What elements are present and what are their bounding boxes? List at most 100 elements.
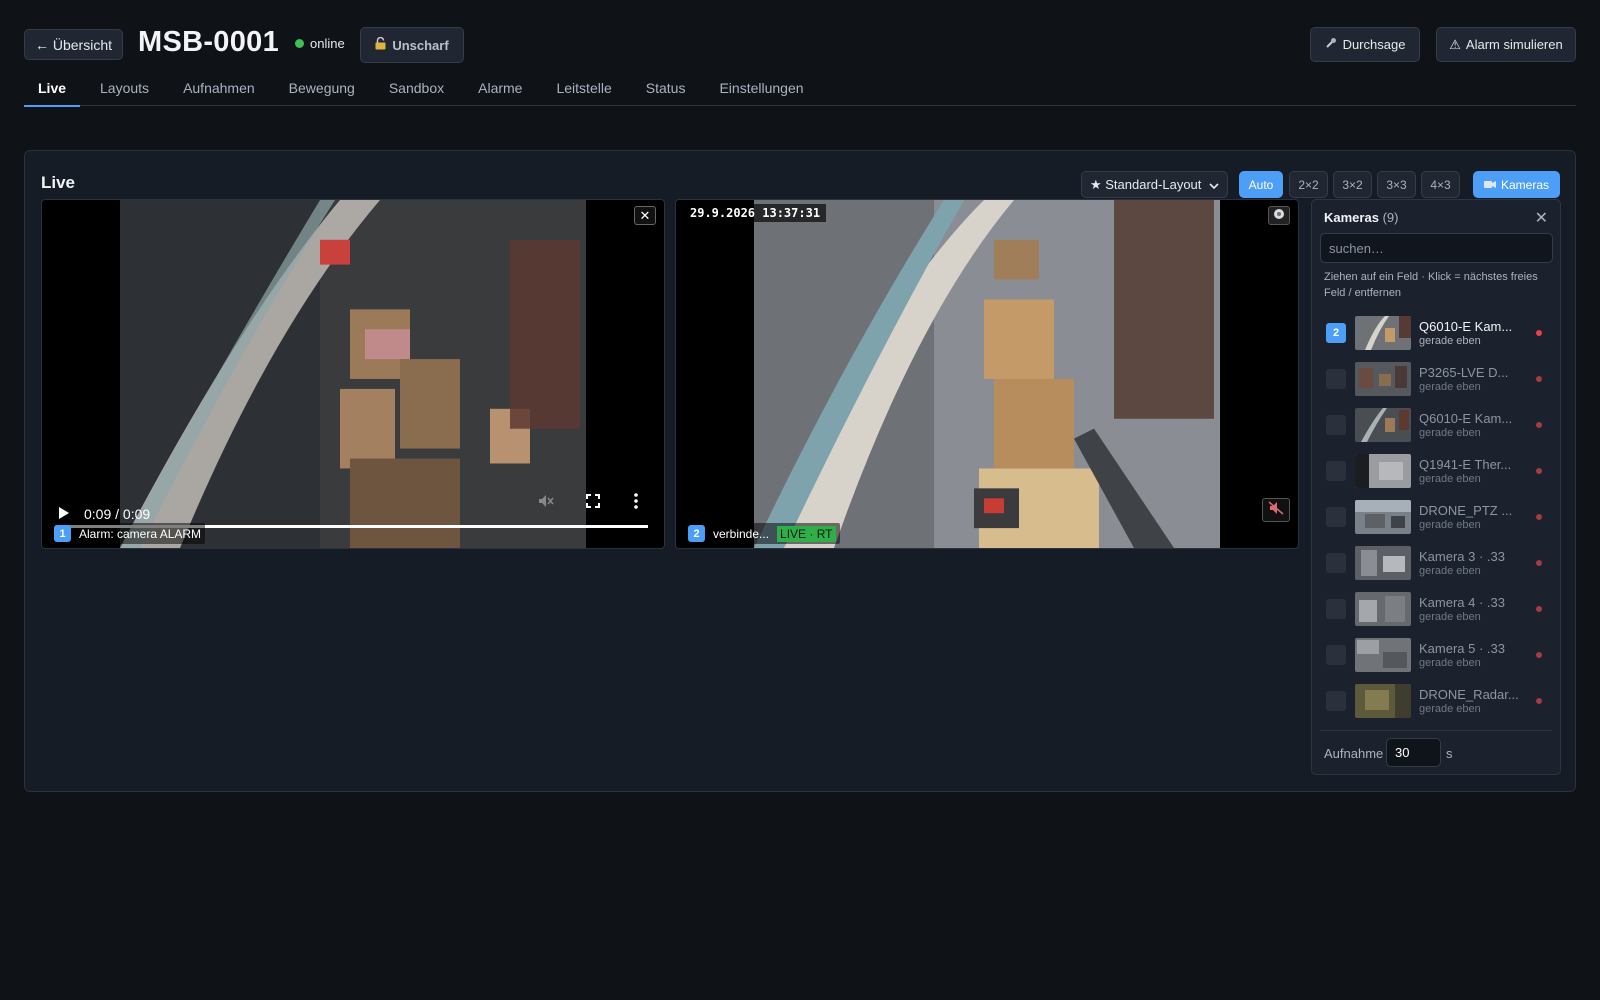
camera-name: Kamera 4 · .33	[1419, 595, 1505, 610]
tab-alarms[interactable]: Alarme	[464, 70, 536, 106]
connection-status: online	[295, 36, 345, 51]
microphone-icon	[1325, 37, 1337, 52]
camera-name: Kamera 5 · .33	[1419, 641, 1505, 656]
camera-name: P3265-LVE D...	[1419, 365, 1509, 380]
lock-open-icon	[375, 36, 386, 53]
tile-2-status: verbinde...	[713, 526, 770, 541]
grid-4x3-button[interactable]: 4×3	[1421, 171, 1460, 198]
cameras-toggle-button[interactable]: Kameras	[1473, 171, 1560, 198]
recording-dot-icon	[1536, 514, 1542, 520]
grid-3x2-button[interactable]: 3×2	[1333, 171, 1372, 198]
camera-last-seen: gerade eben	[1419, 703, 1481, 715]
camera-slot-badge: 2	[1326, 323, 1346, 343]
tab-status[interactable]: Status	[632, 70, 700, 106]
fullscreen-icon[interactable]	[586, 494, 600, 511]
tab-layouts[interactable]: Layouts	[86, 70, 163, 106]
snapshot-button[interactable]	[1268, 206, 1290, 225]
tile-1-label: 1 Alarm: camera ALARM	[50, 523, 206, 544]
connection-status-label: online	[310, 36, 345, 51]
live-panel-title: Live	[41, 173, 76, 192]
camera-name: Q6010-E Kam...	[1419, 411, 1513, 426]
camera-sidebar-title: Kameras (9)	[1324, 210, 1398, 225]
camera-name: Q6010-E Kam...	[1419, 319, 1513, 334]
camera-list-item[interactable]: 2 Q6010-E Kam... gerade eben	[1312, 310, 1560, 356]
camera-last-seen: gerade eben	[1419, 611, 1481, 623]
live-badge: LIVE · RT	[777, 525, 836, 542]
live-panel: Live ★ Standard-Layout Auto 2×2 3×2 3×3 …	[24, 150, 1576, 792]
camera-list-item[interactable]: Kamera 5 · .33 gerade eben	[1312, 632, 1560, 678]
camera-list-item[interactable]: Q1941-E Ther... gerade eben	[1312, 448, 1560, 494]
tab-settings[interactable]: Einstellungen	[705, 70, 817, 106]
tab-live[interactable]: Live	[24, 70, 81, 107]
camera-slot-badge	[1326, 507, 1346, 527]
camera-list-item[interactable]: Kamera 4 · .33 gerade eben	[1312, 586, 1560, 632]
audio-toggle-button[interactable]	[1262, 498, 1290, 522]
video-tile-2[interactable]: 29.9.2026 13:37:31 2 verbinde... LIVE · …	[675, 199, 1299, 549]
main-tabs: Live Layouts Aufnahmen Bewegung Sandbox …	[24, 70, 1576, 107]
chevron-down-icon	[1209, 177, 1219, 192]
recording-duration-label: Aufnahme	[1324, 746, 1384, 761]
camera-last-seen: gerade eben	[1419, 565, 1481, 577]
camera-thumbnail	[1355, 546, 1411, 580]
tab-sandbox[interactable]: Sandbox	[375, 70, 458, 106]
mute-icon[interactable]	[538, 494, 554, 511]
camera-thumbnail	[1355, 454, 1411, 488]
tab-control-center[interactable]: Leitstelle	[542, 70, 625, 106]
announcement-label: Durchsage	[1342, 37, 1406, 52]
camera-search-input[interactable]	[1320, 233, 1553, 263]
camera-last-seen: gerade eben	[1419, 519, 1481, 531]
close-tile-1-button[interactable]: ✕	[634, 206, 656, 225]
camera-name: Kamera 3 · .33	[1419, 549, 1505, 564]
layout-select[interactable]: ★ Standard-Layout	[1081, 171, 1228, 198]
camera-slot-badge	[1326, 599, 1346, 619]
grid-2x2-button[interactable]: 2×2	[1289, 171, 1328, 198]
camera-sidebar: Kameras (9) ✕ Ziehen auf ein Feld · Klic…	[1311, 199, 1561, 775]
camera-sidebar-title-text: Kameras	[1324, 210, 1379, 225]
tile-1-status: Alarm: camera ALARM	[79, 526, 202, 541]
tile-2-slot-badge: 2	[688, 525, 705, 542]
close-sidebar-icon[interactable]: ✕	[1535, 208, 1548, 228]
warning-icon: ⚠	[1449, 36, 1461, 52]
back-to-overview-button[interactable]: ← Übersicht	[24, 29, 123, 60]
camera-last-seen: gerade eben	[1419, 657, 1481, 669]
camera-name: DRONE_PTZ ...	[1419, 503, 1513, 518]
grid-auto-button[interactable]: Auto	[1239, 171, 1283, 198]
camera-last-seen: gerade eben	[1419, 335, 1481, 347]
camera-list-item[interactable]: DRONE_Radar... gerade eben	[1312, 678, 1560, 724]
tab-recordings[interactable]: Aufnahmen	[169, 70, 269, 106]
recording-dot-icon	[1536, 698, 1542, 704]
recording-dot-icon	[1536, 376, 1542, 382]
video-tile-1[interactable]: ✕ 0:09 / 0:09 1 Alarm: camera ALARM	[41, 199, 665, 549]
camera-slot-badge	[1326, 369, 1346, 389]
camera-thumbnail	[1355, 500, 1411, 534]
simulate-alarm-label: Alarm simulieren	[1465, 37, 1563, 52]
recording-dot-icon	[1536, 560, 1542, 566]
camera-last-seen: gerade eben	[1419, 473, 1481, 485]
camera-slot-badge	[1326, 645, 1346, 665]
camera-list-item[interactable]: P3265-LVE D... gerade eben	[1312, 356, 1560, 402]
camera-name: DRONE_Radar...	[1419, 687, 1519, 702]
more-options-icon[interactable]	[634, 493, 638, 512]
play-icon[interactable]	[58, 506, 70, 523]
announcement-button[interactable]: Durchsage	[1310, 27, 1420, 62]
speaker-muted-icon	[1268, 500, 1284, 520]
camera-slot-badge	[1326, 691, 1346, 711]
camera-slot-badge	[1326, 461, 1346, 481]
tile-1-slot-badge: 1	[54, 525, 71, 542]
camera-count: (9)	[1382, 210, 1399, 225]
simulate-alarm-button[interactable]: ⚠ Alarm simulieren	[1436, 27, 1576, 62]
grid-3x3-button[interactable]: 3×3	[1377, 171, 1416, 198]
camera-list: 2 Q6010-E Kam... gerade eben P3265-LVE D…	[1312, 310, 1560, 724]
tab-motion[interactable]: Bewegung	[275, 70, 369, 106]
camera-last-seen: gerade eben	[1419, 381, 1481, 393]
recording-duration-input[interactable]	[1386, 738, 1441, 767]
camera-list-item[interactable]: Q6010-E Kam... gerade eben	[1312, 402, 1560, 448]
camera-list-item[interactable]: Kamera 3 · .33 gerade eben	[1312, 540, 1560, 586]
camera-list-item[interactable]: DRONE_PTZ ... gerade eben	[1312, 494, 1560, 540]
arm-state-button[interactable]: Unscharf	[360, 27, 464, 63]
station-title: MSB-0001	[138, 26, 280, 58]
camera-thumbnail	[1355, 362, 1411, 396]
camera-slot-badge	[1326, 415, 1346, 435]
camera-feed-2	[754, 200, 1220, 548]
recording-dot-icon	[1536, 330, 1542, 336]
